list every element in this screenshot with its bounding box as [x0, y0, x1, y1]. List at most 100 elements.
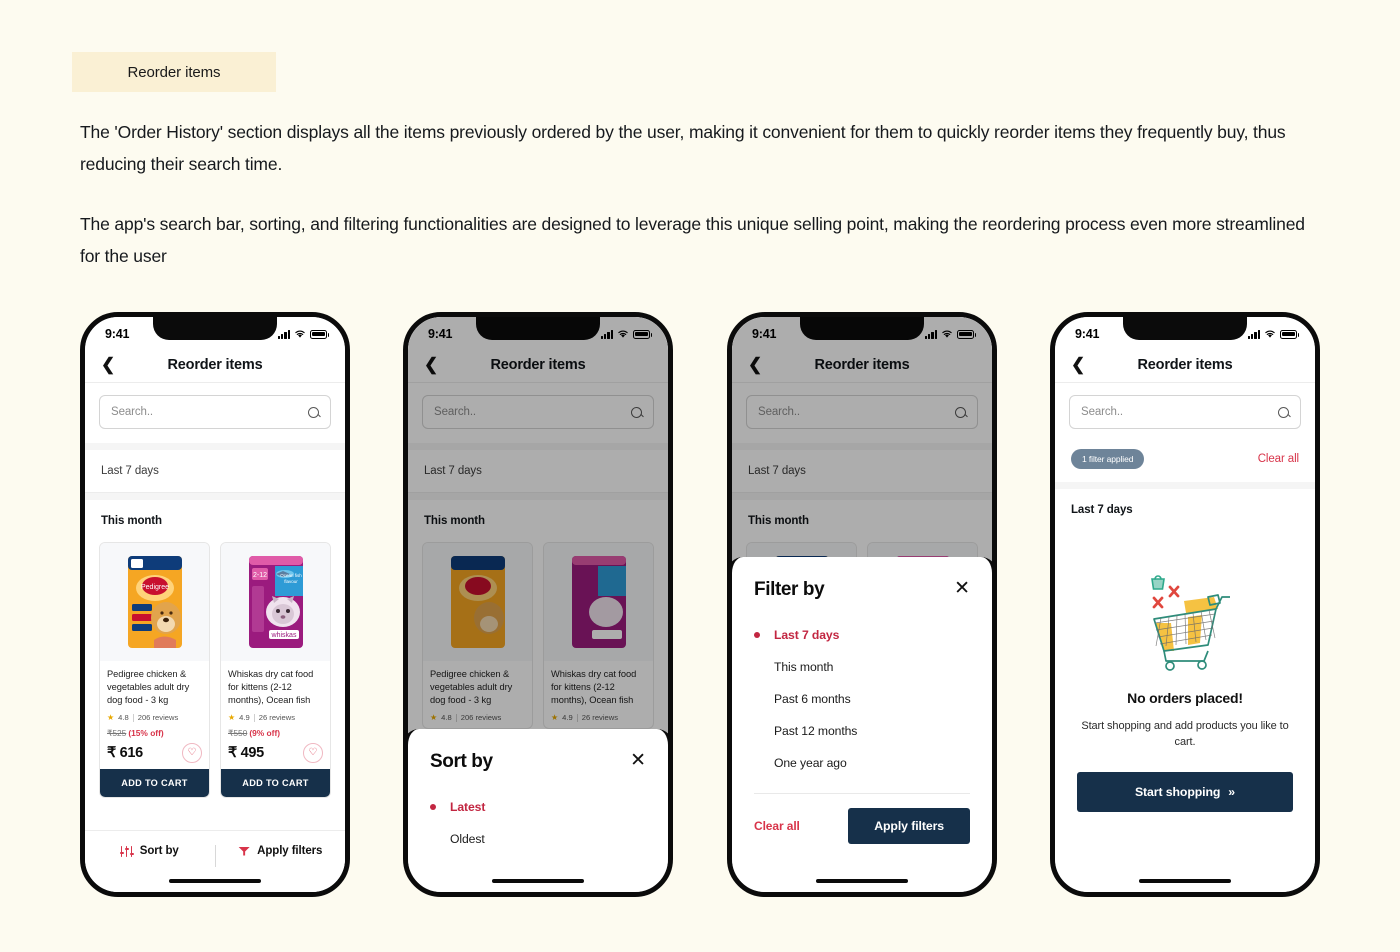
phone-screen: 9:41 ❮ Reorder items Search..	[85, 317, 345, 892]
add-to-cart-button[interactable]: ADD TO CART	[221, 769, 330, 797]
section-this-month: This month	[101, 515, 162, 527]
product-discount: (9% off)	[249, 728, 281, 738]
sort-option-oldest[interactable]: Oldest	[430, 823, 646, 855]
search-icon	[1278, 406, 1289, 418]
search-input[interactable]: Search..	[1069, 395, 1301, 429]
product-price-row: ₹ 616 ♡	[107, 743, 202, 763]
product-price: ₹ 616	[107, 745, 143, 761]
product-details: Pedigree chicken & vegetables adult dry …	[100, 661, 209, 769]
search-input[interactable]: Search..	[99, 395, 331, 429]
battery-icon	[1280, 329, 1299, 339]
search-icon	[308, 406, 319, 418]
sort-options-list: Latest Oldest	[430, 791, 646, 855]
heart-icon[interactable]: ♡	[182, 743, 202, 763]
sheet-header: Filter by ✕	[754, 579, 970, 601]
product-image-whiskas: Ocean fish flavour 2-12 whiskas	[221, 543, 330, 661]
sheet-title: Filter by	[754, 579, 825, 600]
product-grid: Pedigree Pedigree chicken & vegetables a…	[85, 542, 345, 798]
battery-icon	[310, 329, 329, 339]
sort-by-label: Sort by	[139, 845, 179, 857]
product-details: Whiskas dry cat food for kittens (2-12 m…	[221, 661, 330, 769]
close-icon[interactable]: ✕	[954, 579, 970, 598]
review-count: 26 reviews	[258, 713, 296, 722]
filter-option-last-7-days[interactable]: Last 7 days	[754, 619, 970, 651]
product-card[interactable]: Pedigree Pedigree chicken & vegetables a…	[99, 542, 210, 798]
phone-screen: 9:41 ❮ Reorder items Search..	[408, 317, 668, 892]
back-chevron-icon[interactable]: ❮	[1071, 356, 1085, 373]
heart-icon[interactable]: ♡	[303, 743, 323, 763]
funnel-icon	[238, 847, 250, 856]
rating-value: 4.8	[118, 713, 129, 722]
clear-all-button[interactable]: Clear all	[754, 819, 800, 833]
filter-option-label: Past 6 months	[774, 692, 851, 706]
sort-by-button[interactable]: Sort by	[85, 831, 215, 857]
filter-by-sheet: Filter by ✕ Last 7 days This month Past …	[732, 557, 992, 892]
filter-applied-chip[interactable]: 1 filter applied	[1071, 449, 1145, 469]
filter-option-past-6-months[interactable]: Past 6 months	[754, 683, 970, 715]
app-bar: ❮ Reorder items	[85, 347, 345, 383]
home-indicator	[1139, 879, 1231, 883]
clear-all-button[interactable]: Clear all	[1258, 453, 1299, 465]
home-indicator	[492, 879, 584, 883]
sort-sliders-icon	[119, 845, 134, 857]
selected-dot-icon	[430, 804, 436, 810]
sheet-header: Sort by ✕	[430, 751, 646, 773]
product-price-row: ₹ 495 ♡	[228, 743, 323, 763]
search-placeholder: Search..	[1081, 406, 1124, 418]
product-rating: ★ 4.8 206 reviews	[107, 713, 202, 722]
section-tag-label: Reorder items	[127, 63, 221, 81]
svg-text:Ocean fish: Ocean fish	[280, 573, 302, 578]
product-card[interactable]: Ocean fish flavour 2-12 whiskas Whiskas …	[220, 542, 331, 798]
empty-state: No orders placed! Start shopping and add…	[1055, 531, 1315, 812]
filter-option-this-month[interactable]: This month	[754, 651, 970, 683]
empty-shopping-cart-illustration	[1151, 575, 1230, 671]
divider	[132, 713, 134, 722]
applied-filters-bar: 1 filter applied Clear all	[1055, 443, 1315, 482]
sheet-footer: Clear all Apply filters	[754, 793, 970, 844]
phone-mockups-row: 9:41 ❮ Reorder items Search.. Last 7 day…	[0, 312, 1400, 902]
divider	[85, 493, 345, 500]
phone-mockup-list: 9:41 ❮ Reorder items Search.. Last 7 day…	[80, 312, 350, 897]
section-tag: Reorder items	[72, 52, 276, 92]
star-icon: ★	[228, 713, 236, 722]
page-title: Reorder items	[1137, 356, 1233, 373]
rating-value: 4.9	[239, 713, 250, 722]
filter-option-label: This month	[774, 660, 834, 674]
status-time: 9:41	[105, 327, 130, 341]
back-chevron-icon[interactable]: ❮	[101, 356, 115, 373]
section-last-7-days: Last 7 days	[85, 450, 345, 493]
filter-option-one-year-ago[interactable]: One year ago	[754, 747, 970, 779]
sort-option-label: Latest	[450, 800, 486, 814]
status-time: 9:41	[1075, 327, 1100, 341]
status-icons	[277, 329, 329, 339]
apply-filters-button[interactable]: Apply filters	[216, 831, 346, 857]
review-count: 206 reviews	[137, 713, 179, 722]
sort-option-label: Oldest	[450, 832, 485, 846]
svg-text:whiskas: whiskas	[270, 632, 296, 639]
close-icon[interactable]: ✕	[630, 751, 646, 770]
home-indicator	[816, 879, 908, 883]
phone-mockup-empty-state: 9:41 ❮ Reorder items Search.. 1 filter a…	[1050, 312, 1320, 897]
sort-option-latest[interactable]: Latest	[430, 791, 646, 823]
apply-filters-button[interactable]: Apply filters	[848, 808, 970, 844]
svg-text:flavour: flavour	[284, 579, 298, 584]
double-chevron-right-icon: »	[1228, 785, 1236, 799]
divider	[85, 443, 345, 450]
sort-by-sheet: Sort by ✕ Latest Oldest	[408, 729, 668, 892]
selected-dot-icon	[754, 664, 760, 670]
filter-options-list: Last 7 days This month Past 6 months Pas…	[754, 619, 970, 779]
add-to-cart-button[interactable]: ADD TO CART	[100, 769, 209, 797]
selected-dot-icon	[754, 728, 760, 734]
product-mrp: ₹525	[107, 728, 127, 738]
phone-screen: 9:41 ❮ Reorder items Search..	[1055, 317, 1315, 892]
pedigree-pack-illustration: Pedigree	[127, 556, 182, 648]
status-icons	[1247, 329, 1299, 339]
home-indicator	[169, 879, 261, 883]
wifi-icon	[1265, 330, 1275, 338]
filter-option-label: Past 12 months	[774, 724, 858, 738]
filter-option-past-12-months[interactable]: Past 12 months	[754, 715, 970, 747]
svg-text:2-12: 2-12	[252, 572, 266, 579]
phone-mockup-filter: 9:41 ❮ Reorder items Search.. Last 7 day…	[727, 312, 997, 897]
start-shopping-button[interactable]: Start shopping »	[1077, 772, 1293, 812]
product-image-pedigree: Pedigree	[100, 543, 209, 661]
